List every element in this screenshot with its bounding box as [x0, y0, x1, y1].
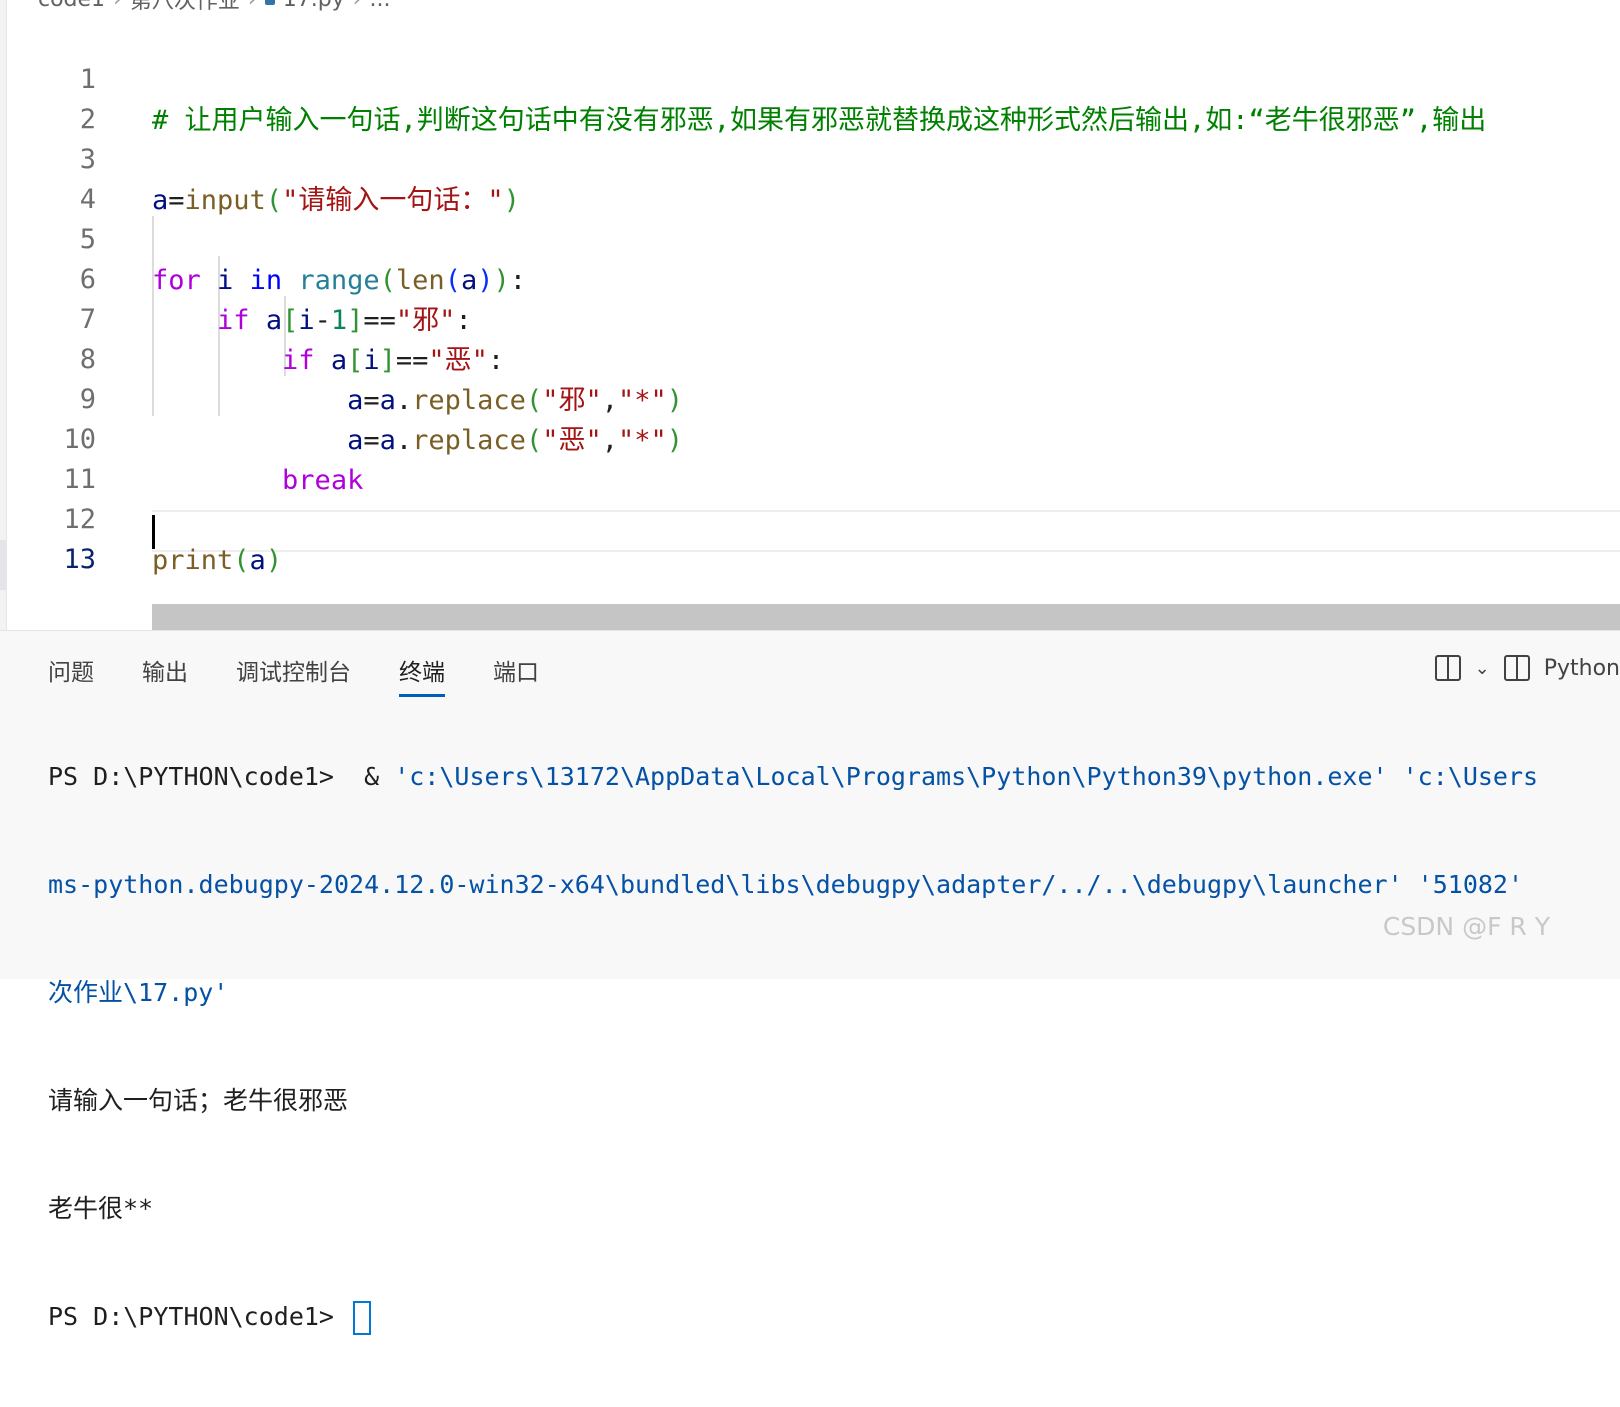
terminal-line: ms-python.debugpy-2024.12.0-win32-x64\bu…	[48, 870, 1524, 899]
terminal-cursor	[353, 1301, 372, 1335]
code-editor[interactable]: 1 # 让用户输入一句话,判断这句话中有没有邪恶,如果有邪恶就替换成这种形式然后…	[0, 18, 1620, 618]
code-line: 8 a=a.replace("邪","*")	[0, 298, 1620, 416]
terminal-line: 请输入一句话；老牛很邪恶	[48, 1086, 349, 1115]
code-line: 13	[0, 498, 1620, 575]
code-line: 1 # 让用户输入一句话,判断这句话中有没有邪恶,如果有邪恶就替换成这种形式然后…	[0, 18, 1620, 136]
horizontal-scrollbar[interactable]	[152, 604, 1620, 630]
code-line: 9 a=a.replace("恶","*")	[0, 338, 1620, 456]
watermark: CSDN @F R Y	[1382, 912, 1550, 941]
terminal-output[interactable]: PS D:\PYTHON\code1> & 'c:\Users\13172\Ap…	[48, 687, 1620, 1407]
chevron-right-icon: ›	[353, 0, 362, 12]
bottom-panel: 问题 输出 调试控制台 终端 端口 ⌄ Python PS D:\PYTHON\…	[0, 630, 1620, 1335]
breadcrumb-folder[interactable]: 第八次作业	[130, 0, 240, 15]
terminal-instance-label[interactable]: Python	[1544, 656, 1620, 681]
chevron-down-icon[interactable]: ⌄	[1475, 658, 1490, 679]
text-cursor	[152, 515, 155, 549]
breadcrumb: code1 › 第八次作业 › 17.py › ...	[38, 0, 391, 15]
code-line: 6 if a[i-1]=="邪":	[0, 218, 1620, 336]
code-line: 10 break	[0, 378, 1620, 496]
chevron-right-icon: ›	[113, 0, 122, 12]
terminal-line: 老牛很**	[48, 1194, 154, 1223]
code-line: 12 print(a)	[0, 458, 1620, 576]
line-number: 13	[63, 544, 96, 575]
breadcrumb-file[interactable]: 17.py	[283, 0, 345, 12]
breadcrumb-root[interactable]: code1	[38, 0, 105, 12]
code-line: 2	[0, 58, 1620, 135]
terminal-line: PS D:\PYTHON\code1>	[48, 1299, 1620, 1335]
code-line: 5 for i in range(len(a)):	[0, 178, 1620, 296]
code-line: 4	[0, 138, 1620, 215]
chevron-right-icon: ›	[248, 0, 257, 12]
code-text: print(a)	[152, 545, 283, 576]
code-line: 3 a=input("请输入一句话：")	[0, 98, 1620, 216]
terminal-line: PS D:\PYTHON\code1> & 'c:\Users\13172\Ap…	[48, 762, 1539, 791]
python-file-icon	[264, 0, 275, 5]
breadcrumb-more[interactable]: ...	[370, 0, 391, 12]
split-terminal-icon[interactable]	[1434, 655, 1461, 681]
terminal-line: 次作业\17.py'	[48, 978, 229, 1007]
code-line: 11	[0, 418, 1620, 495]
panel-actions: ⌄ Python	[1434, 655, 1620, 681]
code-line: 7 if a[i]=="恶":	[0, 258, 1620, 376]
terminal-instance-icon[interactable]	[1503, 655, 1530, 681]
